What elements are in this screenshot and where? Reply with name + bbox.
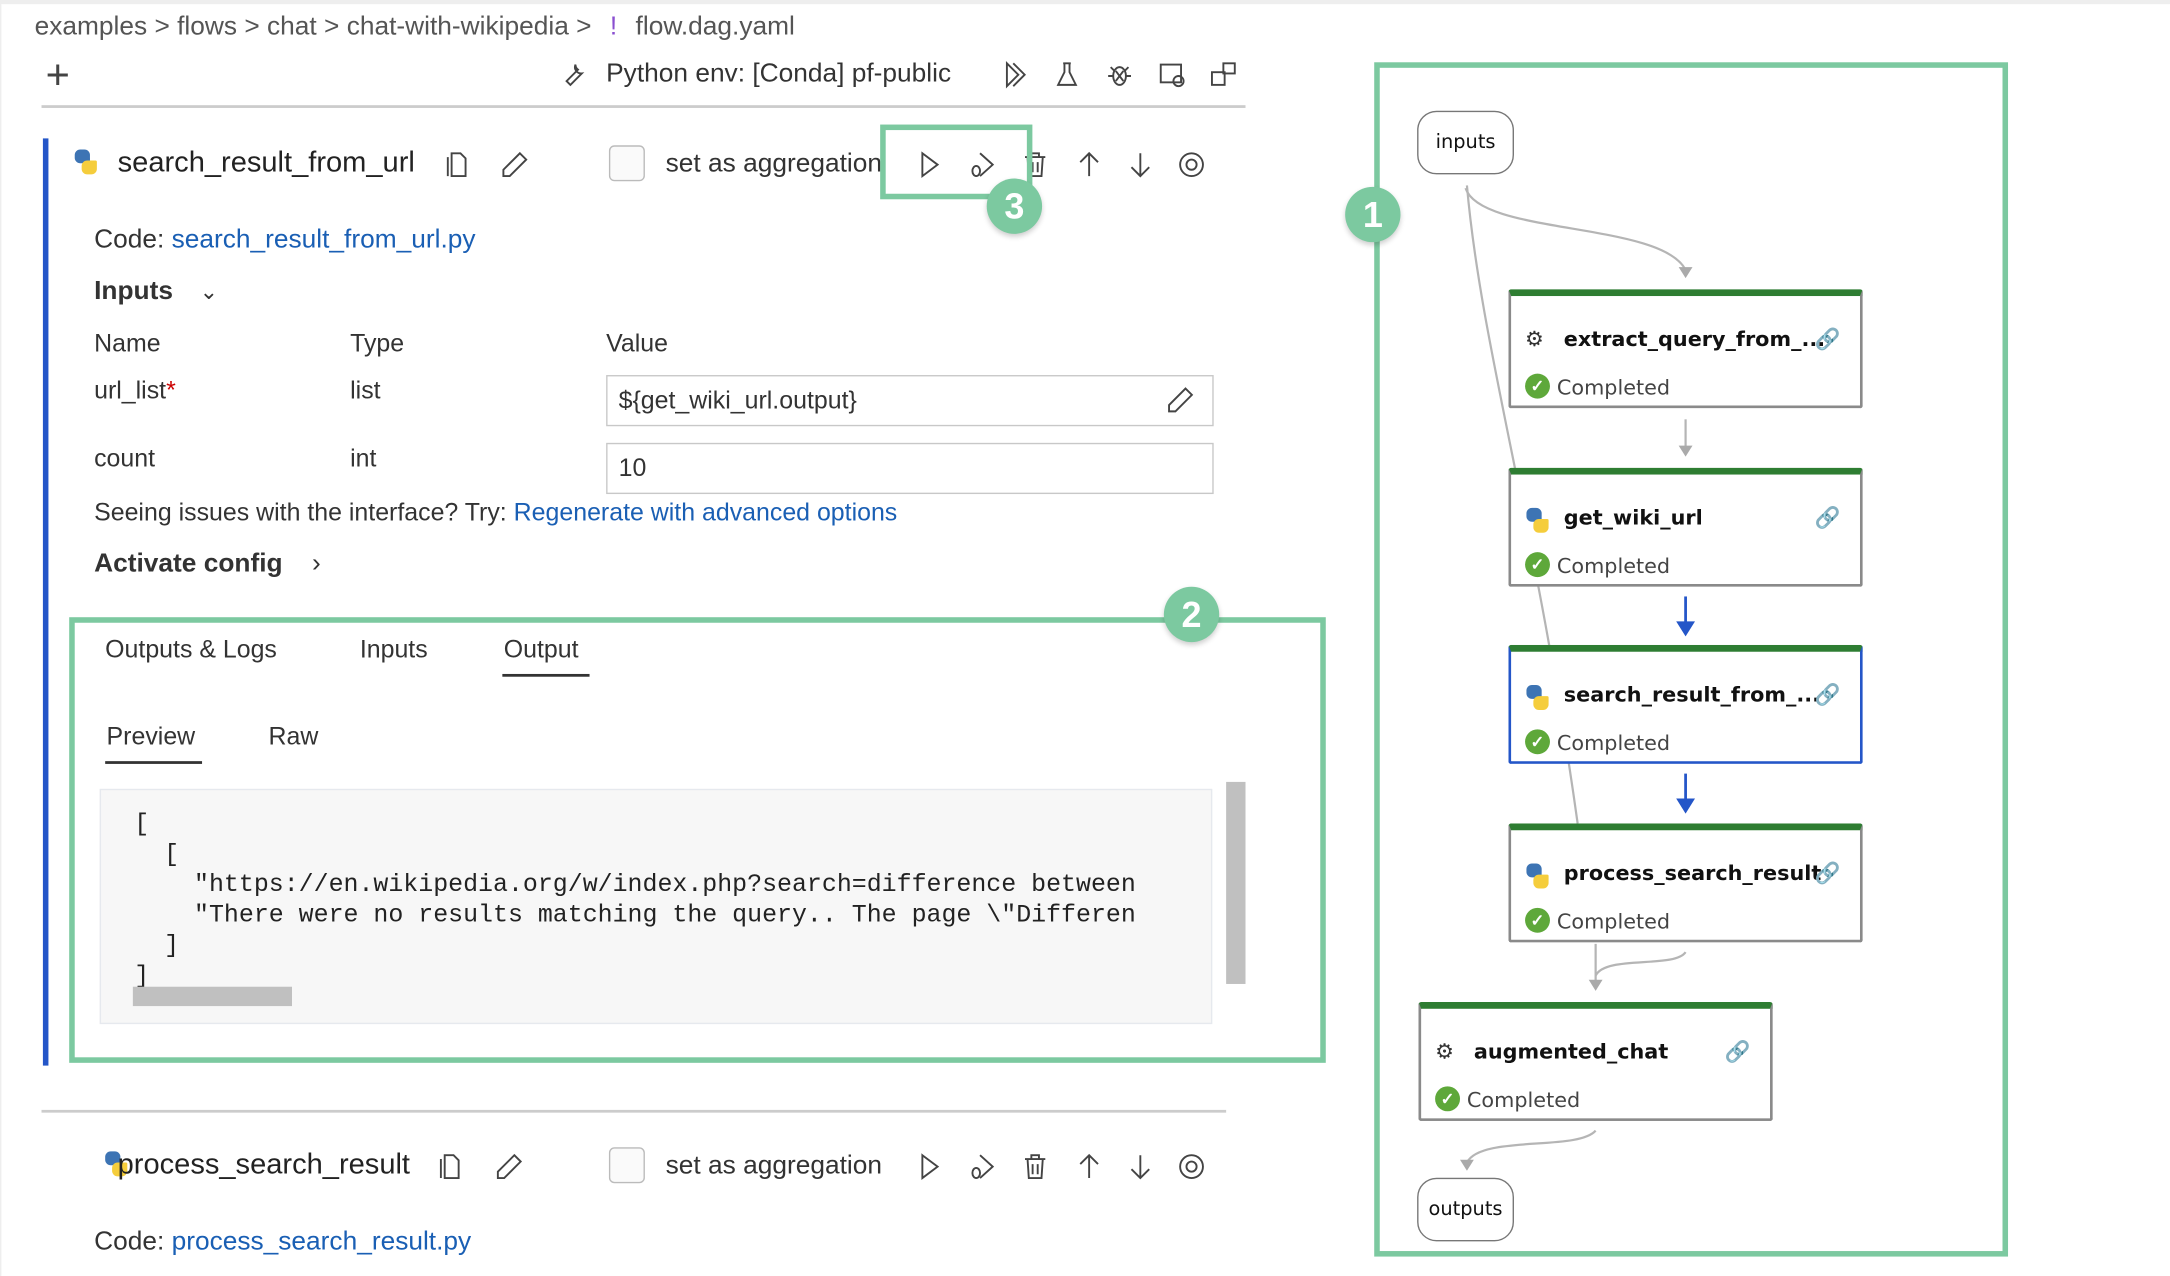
check-icon: ✓ (1525, 552, 1550, 578)
python-icon (1525, 685, 1550, 710)
graph-edges (1460, 185, 1696, 1171)
graph-node-get-wiki-url[interactable]: get_wiki_url 🔗 ✓ Completed (1508, 467, 1863, 587)
link-icon[interactable]: 🔗 (1815, 505, 1841, 531)
edge (1464, 187, 1687, 271)
node-status: Completed (1466, 1087, 1581, 1113)
check-icon: ✓ (1435, 1086, 1461, 1112)
link-icon[interactable]: 🔗 (1815, 861, 1841, 886)
arrowhead (1676, 621, 1696, 637)
node-status: Completed (1556, 909, 1671, 935)
python-icon (1525, 863, 1550, 889)
flow-editor: examples > flows > chat > chat-with-wiki… (0, 0, 2170, 1276)
arrowhead (1460, 1159, 1474, 1171)
node-status: Completed (1556, 553, 1671, 579)
edge (1594, 943, 1687, 986)
arrowhead (1678, 445, 1693, 457)
graph-node-extract-query[interactable]: ⚙ extract_query_from_... 🔗 ✓ Completed (1508, 289, 1863, 409)
node-status: Completed (1556, 375, 1671, 400)
graph-node-process-search-result[interactable]: process_search_result 🔗 ✓ Completed (1508, 823, 1863, 943)
link-icon[interactable]: 🔗 (1815, 327, 1841, 352)
check-icon: ✓ (1525, 373, 1550, 399)
llm-icon: ⚙ (1525, 327, 1544, 352)
graph-outputs-node[interactable]: outputs (1417, 1177, 1514, 1242)
python-icon (1525, 507, 1550, 533)
arrowhead (1676, 798, 1696, 814)
node-status: Completed (1556, 730, 1671, 756)
graph-node-search-result[interactable]: search_result_from_... 🔗 ✓ Completed (1508, 644, 1863, 764)
graph-inputs-node[interactable]: inputs (1417, 110, 1514, 175)
arrowhead (1678, 267, 1693, 279)
arrowhead (1588, 979, 1603, 991)
check-icon: ✓ (1525, 729, 1550, 755)
link-icon[interactable]: 🔗 (1725, 1039, 1751, 1065)
graph-node-augmented-chat[interactable]: ⚙ augmented_chat 🔗 ✓ Completed (1418, 1001, 1773, 1121)
check-icon: ✓ (1525, 907, 1550, 933)
link-icon[interactable]: 🔗 (1815, 682, 1841, 708)
edge (1465, 1129, 1597, 1164)
llm-icon: ⚙ (1435, 1040, 1454, 1065)
